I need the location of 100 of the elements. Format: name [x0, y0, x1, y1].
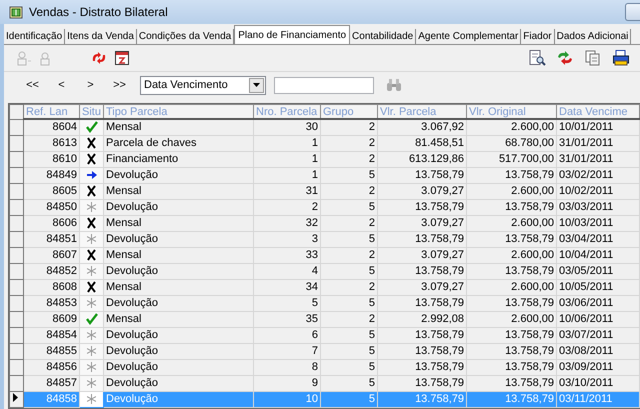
due-date-cell: 31/01/2011: [556, 152, 640, 168]
group-cell: 5: [320, 168, 378, 184]
type-cell: Parcela de chaves: [104, 136, 254, 152]
type-cell: Mensal: [104, 248, 254, 264]
ref-cell: 84849: [24, 168, 80, 184]
original-amount-cell: 13.758,79: [466, 168, 556, 184]
type-cell: Devolução: [104, 392, 254, 408]
current-row-pointer-icon: [13, 393, 18, 402]
sort-field-dropdown[interactable]: Data Vencimento: [140, 76, 266, 94]
tab[interactable]: Contabilidade: [350, 29, 416, 44]
original-amount-cell: 13.758,79: [466, 200, 556, 216]
calendar-icon[interactable]: [114, 50, 130, 66]
number-cell: 30: [254, 119, 320, 136]
original-amount-cell: 2.600,00: [466, 280, 556, 296]
printer-icon[interactable]: [612, 49, 630, 67]
number-cell: 34: [254, 280, 320, 296]
type-cell: Financiamento: [104, 152, 254, 168]
navigation-button[interactable]: >>: [105, 79, 134, 91]
asterisk-icon: [87, 346, 96, 356]
tab[interactable]: Plano de Financiamento: [234, 25, 350, 44]
navigation-button[interactable]: <: [47, 79, 76, 91]
sync-arrows-icon[interactable]: [556, 49, 574, 67]
group-cell: 5: [320, 376, 378, 392]
amount-cell: 3.079,27: [378, 216, 466, 232]
number-cell: 6: [254, 328, 320, 344]
original-amount-cell: 517.700,00: [466, 152, 556, 168]
binoculars-icon[interactable]: [386, 78, 402, 92]
due-date-cell: 03/07/2011: [556, 328, 640, 344]
type-cell: Mensal: [104, 184, 254, 200]
original-amount-cell: 68.780,00: [466, 136, 556, 152]
checkmark-icon: [86, 313, 98, 326]
amount-cell: 13.758,79: [378, 376, 466, 392]
group-cell: 2: [320, 119, 378, 136]
amount-cell: 81.458,51: [378, 136, 466, 152]
number-cell: 10: [254, 392, 320, 408]
amount-cell: 3.079,27: [378, 248, 466, 264]
group-cell: 2: [320, 248, 378, 264]
document-search-icon[interactable]: [528, 49, 546, 67]
due-date-cell: 10/06/2011: [556, 312, 640, 328]
amount-cell: 13.758,79: [378, 360, 466, 376]
original-amount-cell: 13.758,79: [466, 360, 556, 376]
type-cell: Devolução: [104, 168, 254, 184]
number-cell: 4: [254, 264, 320, 280]
due-date-cell: 03/03/2011: [556, 200, 640, 216]
number-cell: 31: [254, 184, 320, 200]
type-cell: Devolução: [104, 296, 254, 312]
group-cell: 5: [320, 232, 378, 248]
tab[interactable]: Dados Adicionai: [554, 29, 632, 44]
original-amount-cell: 13.758,79: [466, 344, 556, 360]
due-date-cell: 03/05/2011: [556, 264, 640, 280]
due-date-cell: 03/10/2011: [556, 376, 640, 392]
documents-icon[interactable]: [584, 49, 602, 67]
type-cell: Mensal: [104, 216, 254, 232]
tab[interactable]: Condições da Venda: [136, 29, 234, 44]
amount-cell: 13.758,79: [378, 328, 466, 344]
row-indicator[interactable]: [10, 392, 24, 408]
original-amount-cell: 13.758,79: [466, 392, 556, 408]
refresh-icon[interactable]: [90, 50, 108, 66]
original-amount-cell: 13.758,79: [466, 296, 556, 312]
cross-icon: [87, 281, 96, 294]
ref-cell: 84855: [24, 344, 80, 360]
due-date-cell: 10/01/2011: [556, 119, 640, 136]
group-cell: 2: [320, 312, 378, 328]
amount-cell: 13.758,79: [378, 392, 466, 408]
due-date-cell: 10/04/2011: [556, 248, 640, 264]
original-amount-cell: 13.758,79: [466, 232, 556, 248]
type-cell: Devolução: [104, 376, 254, 392]
number-cell: 9: [254, 376, 320, 392]
tab[interactable]: Itens da Venda: [65, 29, 137, 44]
group-cell: 5: [320, 264, 378, 280]
ref-cell: 8607: [24, 248, 80, 264]
due-date-cell: 10/02/2011: [556, 184, 640, 200]
search-field[interactable]: [274, 76, 374, 94]
number-cell: 32: [254, 216, 320, 232]
group-cell: 2: [320, 216, 378, 232]
ref-cell: 8609: [24, 312, 80, 328]
tab[interactable]: Identificação: [4, 29, 66, 44]
original-amount-cell: 13.758,79: [466, 264, 556, 280]
ref-cell: 8605: [24, 184, 80, 200]
navigation-button[interactable]: >: [76, 79, 105, 91]
ref-cell: 8610: [24, 152, 80, 168]
navigation-button[interactable]: <<: [18, 79, 47, 91]
minimize-button[interactable]: [625, 3, 640, 21]
cross-icon: [87, 185, 96, 198]
cross-icon: [87, 249, 96, 262]
amount-cell: 613.129,86: [378, 152, 466, 168]
type-cell: Mensal: [104, 119, 254, 136]
tab[interactable]: Fiador: [521, 29, 555, 44]
number-cell: 8: [254, 360, 320, 376]
ref-cell: 84853: [24, 296, 80, 312]
asterisk-icon: [87, 234, 96, 244]
amount-cell: 13.758,79: [378, 296, 466, 312]
type-cell: Devolução: [104, 360, 254, 376]
group-cell: 5: [320, 200, 378, 216]
tab[interactable]: Agente Complementar: [416, 29, 522, 44]
window-title: Vendas - Distrato Bilateral: [29, 5, 168, 19]
type-cell: Devolução: [104, 328, 254, 344]
amount-cell: 13.758,79: [378, 264, 466, 280]
group-cell: 5: [320, 296, 378, 312]
number-cell: 7: [254, 344, 320, 360]
